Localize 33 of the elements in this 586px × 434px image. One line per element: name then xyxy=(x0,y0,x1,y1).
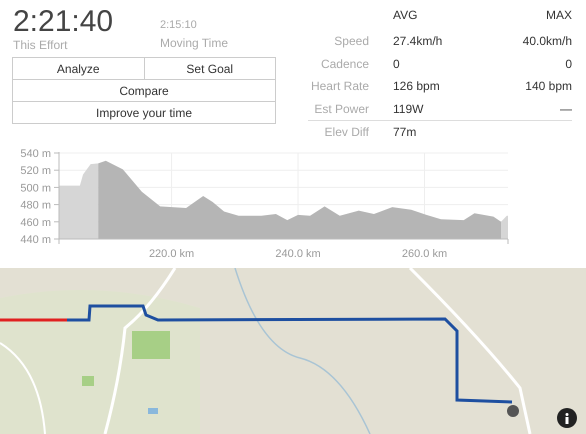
max-value: 0 xyxy=(565,56,572,71)
action-button[interactable]: Set Goal xyxy=(144,57,276,80)
action-button[interactable]: Analyze xyxy=(12,57,144,80)
avg-value: 119W xyxy=(393,102,424,116)
x-tick-label: 240.0 km xyxy=(275,248,321,260)
column-header: AVG xyxy=(393,8,418,22)
moving-time-label: Moving Time xyxy=(160,36,228,50)
stat-label: Elev Diff xyxy=(324,124,369,138)
stat-label: Est Power xyxy=(314,102,369,116)
max-value: — xyxy=(560,102,572,116)
moving-time: 2:15:10 xyxy=(160,18,198,32)
x-tick-label: 220.0 km xyxy=(148,248,194,260)
x-tick-label: 260.0 km xyxy=(402,248,448,260)
action-button[interactable]: Improve your time xyxy=(12,101,276,124)
effort-time: 2:21:40 xyxy=(13,6,114,38)
y-tick-label: 540 m xyxy=(20,148,51,160)
y-tick-label: 520 m xyxy=(20,165,51,178)
max-value: 40.0km/h xyxy=(522,34,572,48)
y-tick-label: 500 m xyxy=(20,182,51,194)
effort-label: This Effort xyxy=(13,38,68,52)
max-value: 140 bpm xyxy=(525,79,572,94)
avg-value: 27.4km/h xyxy=(393,34,442,48)
y-tick-label: 480 m xyxy=(20,200,51,212)
avg-value: 126 bpm xyxy=(393,79,440,94)
y-tick-label: 460 m xyxy=(20,216,51,229)
y-tick-label: 440 m xyxy=(20,234,51,246)
stat-label: Speed xyxy=(334,34,369,48)
stat-label: Cadence xyxy=(320,56,369,71)
avg-value: 0 xyxy=(393,56,400,71)
column-header: MAX xyxy=(546,8,572,22)
action-button[interactable]: Compare xyxy=(12,79,276,102)
avg-value: 77m xyxy=(393,124,416,138)
stat-label: Heart Rate xyxy=(310,79,369,94)
